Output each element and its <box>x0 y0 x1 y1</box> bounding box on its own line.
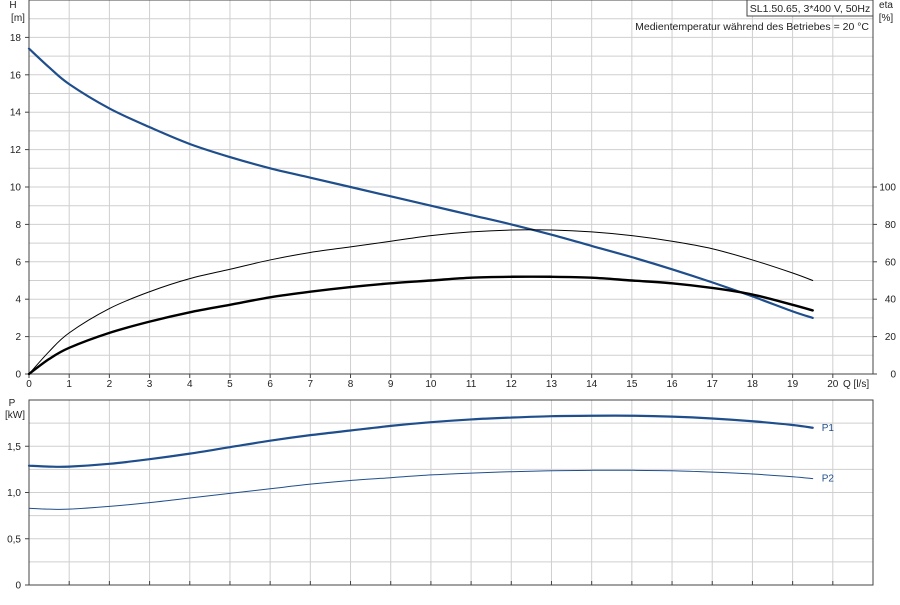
y-left-tick-label: 4 <box>15 295 21 306</box>
y-right-tick-label: 0 <box>890 370 896 381</box>
y-right-tick-label: 40 <box>885 295 897 306</box>
x-tick-label: 6 <box>267 379 273 390</box>
chart-title: SL1.50.65, 3*400 V, 50Hz <box>750 3 870 15</box>
y-right-tick-label: 80 <box>885 220 897 231</box>
series-label-p1: P1 <box>822 423 835 434</box>
y-left-tick-label: 12 <box>10 145 22 156</box>
pump-curve-chart: 0 2 4 6 8 10 12 14 16 18 0 20 40 60 80 100 0 1 2 3 4 5 6 7 8 9 10 1… <box>0 0 900 600</box>
y-left-tick-label: 8 <box>15 220 21 231</box>
x-tick-label: 2 <box>107 379 113 390</box>
y-left-tick-label: 2 <box>15 332 21 343</box>
y-right-tick-label: 20 <box>885 332 897 343</box>
x-tick-label: 4 <box>187 379 193 390</box>
y-right-axis-unit: [%] <box>879 13 894 24</box>
p-tick-label: 0,5 <box>7 534 21 545</box>
x-tick-label: 8 <box>348 379 354 390</box>
chart-canvas: 0246810121416180204060801000 1 2 3 4 5 6 7 8 9 10 1… <box>5 0 897 592</box>
head-curve <box>27 47 814 319</box>
p-axis-unit: [kW] <box>5 410 25 421</box>
efficiency-curve <box>28 229 814 375</box>
x-tick-label: 7 <box>308 379 314 390</box>
y-right-tick-label: 100 <box>879 183 896 194</box>
x-tick-label: 12 <box>506 379 518 390</box>
x-tick-label: 14 <box>586 379 598 390</box>
p-tick-label: 1,5 <box>7 442 21 453</box>
p-axis-title: P <box>9 398 16 409</box>
chart-note: Medientemperatur während des Betriebes =… <box>635 21 869 33</box>
x-tick-label: 3 <box>147 379 153 390</box>
y-left-axis-unit: [m] <box>11 13 25 24</box>
y-left-tick-label: 6 <box>15 257 21 268</box>
p-tick-label: 1,0 <box>7 488 21 499</box>
y-left-axis-title: H <box>9 0 16 11</box>
x-tick-label: 9 <box>388 379 394 390</box>
y-left-tick-label: 16 <box>10 70 22 81</box>
y-left-tick-label: 18 <box>10 33 22 44</box>
x-tick-label: 11 <box>466 379 477 390</box>
x-tick-label: 15 <box>626 379 638 390</box>
x-tick-label: 17 <box>707 379 719 390</box>
x-tick-label: 18 <box>747 379 759 390</box>
x-tick-label: 20 <box>827 379 839 390</box>
series-label-p2: P2 <box>822 474 835 485</box>
x-axis-title: Q [l/s] <box>843 379 869 390</box>
x-tick-label: 5 <box>227 379 233 390</box>
y-right-tick-label: 60 <box>885 257 897 268</box>
y-right-axis-title: eta <box>879 0 893 11</box>
y-left-tick-label: 14 <box>10 108 22 119</box>
x-tick-label: 10 <box>425 379 437 390</box>
y-left-tick-label: 0 <box>15 370 21 381</box>
y-left-tick-label: 10 <box>10 183 22 194</box>
x-tick-label: 0 <box>26 379 32 390</box>
x-tick-label: 16 <box>666 379 678 390</box>
total-efficiency-curve <box>27 275 814 376</box>
x-tick-label: 1 <box>66 379 72 390</box>
x-tick-label: 19 <box>787 379 799 390</box>
x-tick-label: 13 <box>546 379 558 390</box>
power-curve-p2 <box>28 469 814 510</box>
p-tick-label: 0 <box>15 581 21 592</box>
